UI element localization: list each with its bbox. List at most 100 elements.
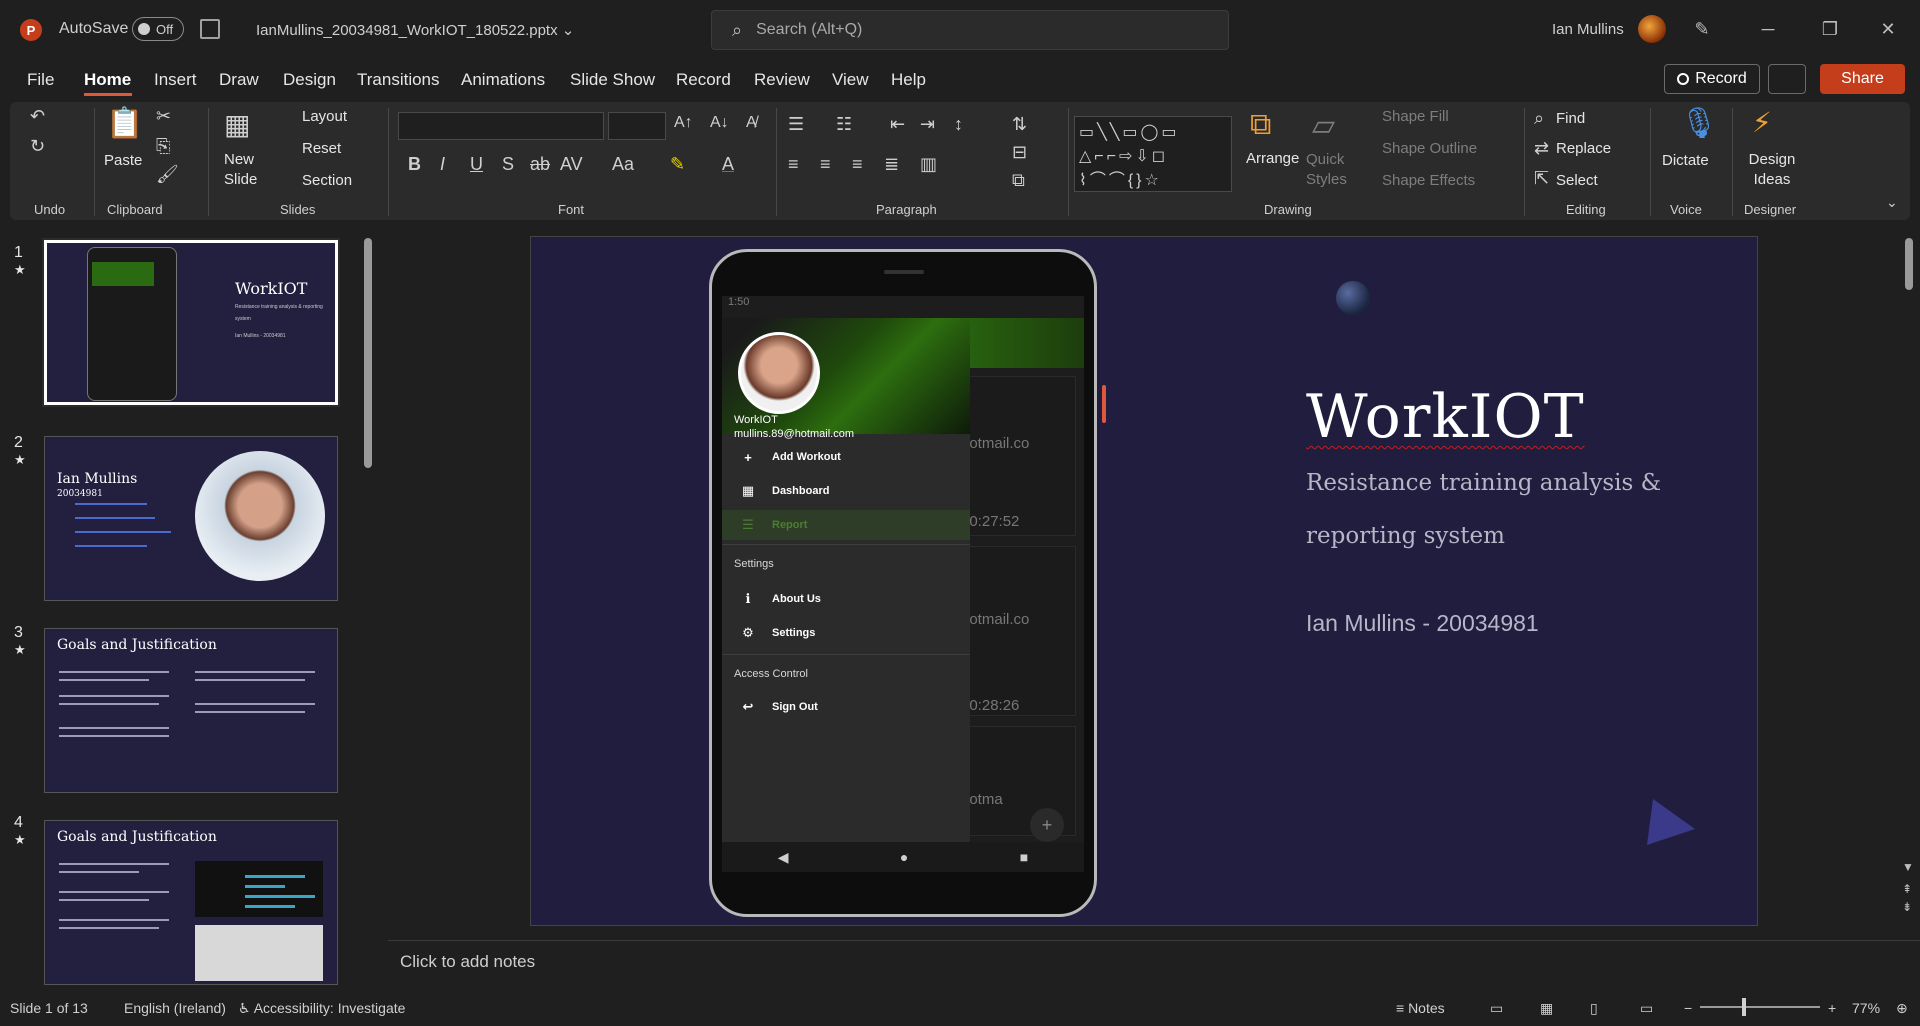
collapse-ribbon-icon[interactable]: ⌄ xyxy=(1886,194,1898,211)
highlight-icon[interactable]: ✎ xyxy=(670,154,685,175)
tab-help[interactable]: Help xyxy=(891,70,926,90)
slide-thumbnail-3[interactable]: Goals and Justification xyxy=(44,628,338,793)
share-button[interactable]: Share xyxy=(1820,64,1905,94)
justify-icon[interactable]: ≣ xyxy=(884,154,899,175)
quick-styles-button[interactable]: Quick Styles xyxy=(1306,150,1356,190)
layout-button[interactable]: Layout xyxy=(302,108,347,125)
replace-icon[interactable]: ⇄ xyxy=(1534,138,1549,159)
bold-icon[interactable]: B xyxy=(408,154,421,175)
underline-icon[interactable]: U xyxy=(470,154,483,175)
tab-record[interactable]: Record xyxy=(676,70,731,90)
slide-thumbnail-1[interactable]: WorkIOT Resistance training analysis & r… xyxy=(42,238,340,407)
replace-button[interactable]: Replace xyxy=(1556,140,1611,157)
reading-view-icon[interactable]: ▯ xyxy=(1590,1000,1598,1017)
arrange-button[interactable]: Arrange xyxy=(1246,150,1299,167)
restore-button[interactable]: ❐ xyxy=(1812,14,1848,44)
zoom-out-icon[interactable]: − xyxy=(1684,1000,1692,1016)
slide-canvas[interactable]: 1:50 hotmail.co 10:27:52 hotmail.co 10:2… xyxy=(530,236,1758,926)
slide-subtitle[interactable]: Resistance training analysis & reporting… xyxy=(1306,457,1736,563)
align-text-icon[interactable]: ⊟ xyxy=(1012,142,1027,163)
decrease-indent-icon[interactable]: ⇤ xyxy=(890,114,905,135)
microphone-icon[interactable]: 🎙 xyxy=(1680,106,1718,141)
paste-icon[interactable]: 📋 xyxy=(106,106,143,141)
slide-author[interactable]: Ian Mullins - 20034981 xyxy=(1306,610,1539,637)
new-slide-button[interactable]: New Slide xyxy=(224,150,284,190)
font-size-dropdown[interactable] xyxy=(608,112,666,140)
zoom-slider[interactable] xyxy=(1700,1006,1820,1008)
dictate-button[interactable]: Dictate xyxy=(1662,152,1709,169)
tab-transitions[interactable]: Transitions xyxy=(357,70,440,90)
language-indicator[interactable]: English (Ireland) xyxy=(124,1000,226,1016)
change-case-icon[interactable]: Aa xyxy=(612,154,634,175)
zoom-in-icon[interactable]: + xyxy=(1828,1000,1836,1016)
section-button[interactable]: Section xyxy=(302,172,352,189)
align-left-icon[interactable]: ≡ xyxy=(788,154,799,175)
tab-slide-show[interactable]: Slide Show xyxy=(570,70,655,90)
save-icon[interactable] xyxy=(200,19,220,39)
fit-to-window-icon[interactable]: ⊕ xyxy=(1896,1000,1908,1017)
tab-view[interactable]: View xyxy=(832,70,869,90)
increase-indent-icon[interactable]: ⇥ xyxy=(920,114,935,135)
notes-pane[interactable] xyxy=(388,940,1920,984)
increase-font-icon[interactable]: A↑ xyxy=(674,114,693,132)
thumbnails-scrollbar[interactable] xyxy=(364,238,372,468)
scroll-down-icon[interactable]: ▼ xyxy=(1902,860,1914,874)
pen-icon[interactable]: ✎ xyxy=(1684,14,1720,44)
numbering-icon[interactable]: ☷ xyxy=(836,114,852,135)
tab-file[interactable]: File xyxy=(27,70,54,90)
slide-sorter-icon[interactable]: ▦ xyxy=(1540,1000,1553,1017)
quick-styles-icon[interactable]: ▱ xyxy=(1312,108,1335,143)
text-shadow-icon[interactable]: S xyxy=(502,154,514,175)
shape-effects-button[interactable]: Shape Effects xyxy=(1382,172,1475,189)
shape-outline-button[interactable]: Shape Outline xyxy=(1382,140,1477,157)
close-button[interactable]: ✕ xyxy=(1870,14,1906,44)
notes-toggle[interactable]: ≡ Notes xyxy=(1396,1000,1445,1016)
undo-icon[interactable]: ↶ xyxy=(30,106,45,127)
slide-show-icon[interactable]: ▭ xyxy=(1640,1000,1653,1017)
design-ideas-button[interactable]: Design Ideas xyxy=(1742,150,1802,190)
bullets-icon[interactable]: ☰ xyxy=(788,114,804,135)
next-slide-icon[interactable]: ⇟ xyxy=(1902,900,1912,914)
zoom-slider-thumb[interactable] xyxy=(1742,998,1746,1016)
minimize-button[interactable]: ─ xyxy=(1750,14,1786,44)
paste-button[interactable]: Paste xyxy=(104,152,142,169)
clear-formatting-icon[interactable]: A̸ xyxy=(746,114,757,132)
zoom-level[interactable]: 77% xyxy=(1852,1000,1880,1016)
redo-icon[interactable]: ↻ xyxy=(30,136,45,157)
previous-slide-icon[interactable]: ⇞ xyxy=(1902,882,1912,896)
slide-title[interactable]: WorkIOT xyxy=(1306,382,1585,452)
tab-insert[interactable]: Insert xyxy=(154,70,197,90)
autosave-toggle[interactable]: Off xyxy=(132,17,184,41)
slide-scrollbar[interactable] xyxy=(1905,238,1913,290)
tab-animations[interactable]: Animations xyxy=(461,70,545,90)
normal-view-icon[interactable]: ▭ xyxy=(1490,1000,1503,1017)
avatar[interactable] xyxy=(1638,15,1666,43)
format-painter-icon[interactable]: 🖌 xyxy=(156,164,179,185)
strikethrough-icon[interactable]: ab xyxy=(530,154,550,175)
search-input[interactable]: ⌕ Search (Alt+Q) xyxy=(711,10,1229,50)
character-spacing-icon[interactable]: AV xyxy=(560,154,583,175)
shape-fill-button[interactable]: Shape Fill xyxy=(1382,108,1449,125)
accessibility-checker[interactable]: ♿ Accessibility: Investigate xyxy=(238,1000,405,1017)
select-button[interactable]: Select xyxy=(1556,172,1598,189)
tab-design[interactable]: Design xyxy=(283,70,336,90)
copy-icon[interactable]: ⎘ xyxy=(156,136,170,157)
find-button[interactable]: Find xyxy=(1556,110,1585,127)
tab-home[interactable]: Home xyxy=(84,70,131,90)
find-icon[interactable]: ⌕ xyxy=(1534,108,1544,129)
font-family-dropdown[interactable] xyxy=(398,112,604,140)
line-spacing-icon[interactable]: ↕ xyxy=(954,114,963,135)
slide-thumbnail-4[interactable]: Goals and Justification xyxy=(44,820,338,985)
new-slide-icon[interactable]: ▦ xyxy=(224,108,250,141)
align-right-icon[interactable]: ≡ xyxy=(852,154,863,175)
cut-icon[interactable]: ✂ xyxy=(156,106,171,127)
slide-thumbnail-2[interactable]: Ian Mullins 20034981 xyxy=(44,436,338,601)
align-center-icon[interactable]: ≡ xyxy=(820,154,831,175)
document-filename[interactable]: IanMullins_20034981_WorkIOT_180522.pptx … xyxy=(256,21,574,39)
decrease-font-icon[interactable]: A↓ xyxy=(710,114,729,132)
record-button[interactable]: Record xyxy=(1664,64,1760,94)
shapes-gallery[interactable]: ▭╲╲▭◯▭ △⌐⌐⇨⇩◻ ⌇⌒⌒{}☆ xyxy=(1074,116,1232,192)
select-icon[interactable]: ⇱ xyxy=(1534,168,1549,189)
design-ideas-icon[interactable]: ⚡ xyxy=(1752,106,1772,139)
arrange-icon[interactable]: ⧉ xyxy=(1250,108,1271,142)
